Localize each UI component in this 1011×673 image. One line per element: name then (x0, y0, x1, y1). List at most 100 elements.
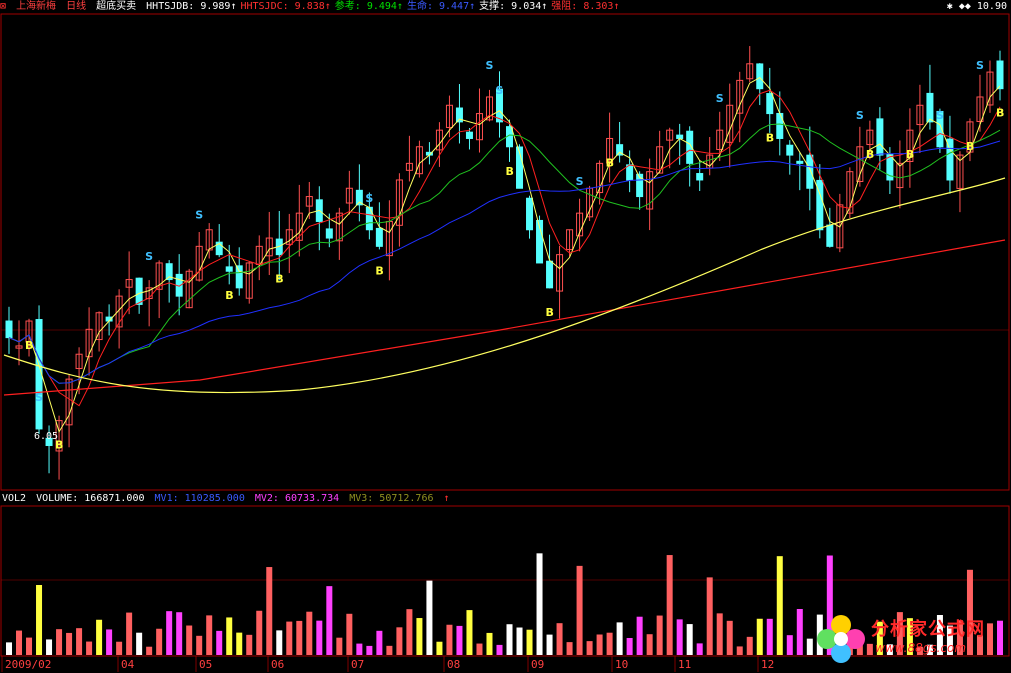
candle-body (375, 227, 383, 247)
chart-window[interactable]: B B B B B B B B B B B B B S S S S S S S S S S S 6.05 2009/02 04 05 0… (0, 0, 1011, 673)
buy-signal: B (25, 339, 33, 352)
volume-bar (16, 630, 23, 655)
x-axis-label-3: 06 (271, 658, 284, 671)
volume-bar (736, 646, 743, 655)
volume-bar (276, 630, 283, 655)
volume-header: VOL2 VOLUME: 166871.000 MV1: 110285.000 … (2, 492, 454, 506)
volume-bar (376, 630, 383, 655)
volume-bar (726, 620, 733, 655)
sell-signal: S (976, 59, 984, 72)
x-axis-label-0: 2009/02 (5, 658, 51, 671)
buy-signal: B (996, 107, 1004, 120)
period-label[interactable]: 日线 (66, 1, 86, 12)
header-item-4: 支撑: 9.034↑ (479, 1, 548, 12)
volume-bar (466, 610, 473, 655)
ma-line-3 (8, 76, 1001, 433)
buy-signal: B (275, 273, 283, 286)
volume-bar (566, 642, 573, 655)
volume-bar (66, 632, 73, 655)
header-item-2: 参考: 9.494↑ (334, 1, 403, 12)
vol-mv3: MV3: 50712.766 (349, 493, 434, 504)
volume-bar (26, 637, 33, 655)
volume-bar (36, 584, 43, 655)
candle-body (5, 320, 13, 339)
volume-bar (166, 611, 173, 655)
volume-bar (286, 621, 293, 655)
volume-bar (136, 632, 143, 655)
buy-signal: B (225, 289, 233, 302)
vol-mv1: MV1: 110285.000 (154, 493, 245, 504)
volume-bar (416, 618, 423, 655)
stock-name: 上海新梅 (16, 1, 57, 12)
vol-name: VOL2 (2, 493, 27, 504)
candle-body (325, 228, 333, 239)
volume-bar (296, 620, 303, 655)
volume-bar (366, 645, 373, 655)
vol-arrow: ↑ (443, 493, 450, 504)
volume-bar (496, 644, 503, 655)
sell-signal: S (495, 84, 503, 97)
indicator-name: 超底买卖 (96, 1, 137, 12)
volume-bar (446, 624, 453, 655)
price-chart[interactable]: BBBBBBBBBB BBBSSSSSSSSS SS6.052009/02 04 05 0… (0, 0, 1011, 673)
volume-bar (806, 638, 813, 655)
volume-bar (546, 634, 553, 655)
volume-bar (586, 641, 593, 655)
volume-bar (86, 641, 93, 655)
volume-bar (186, 625, 193, 655)
candle-body (786, 144, 794, 156)
vol-mv2: MV2: 60733.734 (254, 493, 340, 504)
volume-bar (336, 637, 343, 655)
sell-signal: S (365, 192, 373, 205)
candle-body (546, 260, 554, 289)
x-axis-label-4: 07 (351, 658, 364, 671)
volume-bar (766, 618, 773, 655)
candle-body (35, 319, 43, 430)
volume-bar (126, 612, 133, 655)
sell-signal: S (145, 250, 153, 263)
x-axis-label-2: 05 (199, 658, 212, 671)
volume-bar (556, 623, 563, 655)
sell-signal: S (485, 59, 493, 72)
volume-bar (96, 619, 103, 655)
candle-body (756, 63, 764, 90)
volume-bar (626, 638, 633, 655)
volume-bar (266, 567, 273, 655)
volume-bar (646, 634, 653, 655)
toolbar-right[interactable]: ✱ ◆◆ 10.90 (947, 0, 1007, 14)
candle-body (796, 160, 804, 164)
x-axis-label-1: 04 (121, 658, 135, 671)
volume-bar (716, 613, 723, 655)
vol-volume: VOLUME: 166871.000 (36, 493, 145, 504)
volume-bar (326, 586, 333, 655)
buy-signal: B (906, 148, 914, 161)
volume-bar (256, 610, 263, 655)
menu-icon[interactable]: ⊠ (0, 1, 6, 12)
flower-logo-icon (817, 615, 865, 663)
volume-bar (456, 625, 463, 655)
volume-bar (6, 642, 13, 655)
volume-bar (506, 624, 513, 655)
candle-body (135, 277, 143, 305)
volume-bar (226, 617, 233, 655)
volume-bar (636, 616, 643, 655)
volume-bar (46, 639, 53, 655)
candle-body (626, 164, 634, 181)
volume-bar (536, 553, 543, 655)
volume-bar (596, 634, 603, 655)
buy-signal: B (766, 132, 774, 145)
ma-line-12 (8, 123, 1001, 384)
volume-bar (776, 556, 783, 655)
volume-bar (356, 643, 363, 655)
volume-bar (206, 615, 213, 655)
volume-bar (656, 615, 663, 655)
volume-bar (396, 627, 403, 655)
header-item-1: HHTSJDC: 9.838↑ (240, 1, 331, 12)
volume-bar (686, 624, 693, 655)
volume-bar (476, 643, 483, 655)
x-axis-label-7: 10 (615, 658, 628, 671)
low-price-label: 6.05 (34, 431, 58, 442)
candle-body (826, 224, 834, 247)
volume-bar (196, 635, 203, 655)
candle-body (526, 197, 534, 231)
